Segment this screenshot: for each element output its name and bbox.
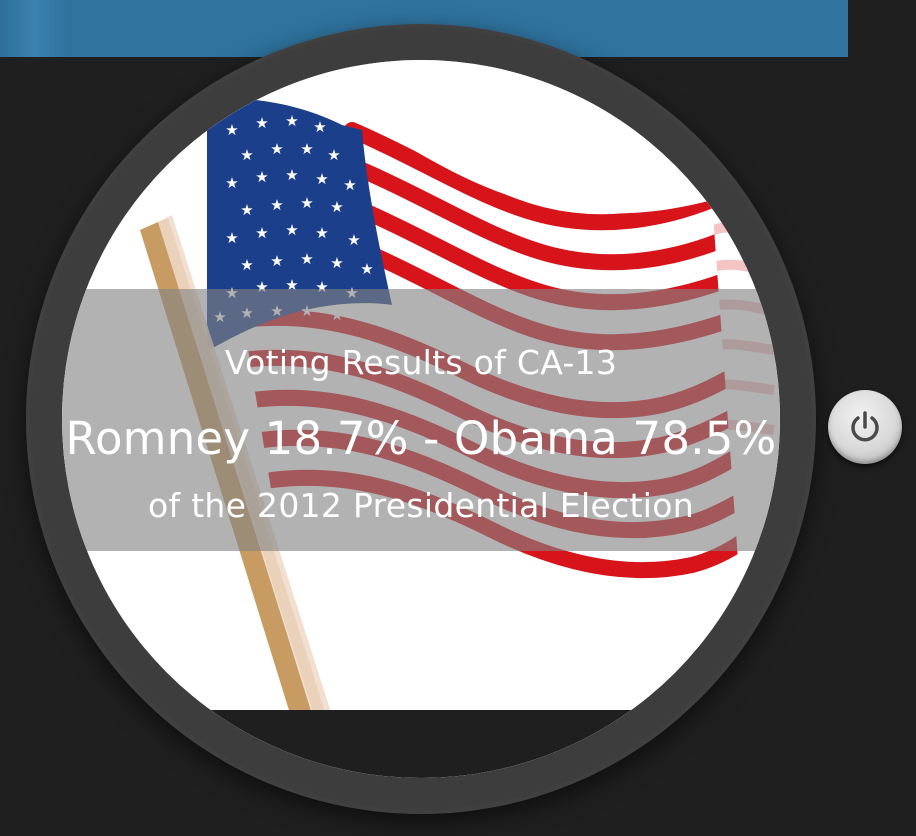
svg-text:★: ★	[225, 174, 238, 192]
power-icon	[851, 411, 879, 442]
svg-text:★: ★	[300, 250, 313, 268]
watch-emulator-screen: ★★★★ ★★★★ ★★★★★ ★★★★ ★★★★★ ★★★★★ ★★★★★ ★…	[0, 0, 916, 836]
svg-text:★: ★	[225, 121, 238, 139]
svg-text:★: ★	[255, 224, 268, 242]
svg-text:★: ★	[225, 229, 238, 247]
svg-text:★: ★	[270, 252, 283, 270]
screen-chin	[62, 710, 780, 778]
results-title: Voting Results of CA-13	[224, 343, 618, 382]
power-button[interactable]	[828, 390, 902, 464]
svg-text:★: ★	[240, 146, 253, 164]
svg-text:★: ★	[327, 146, 340, 164]
svg-text:★: ★	[300, 140, 313, 158]
svg-text:★: ★	[285, 221, 298, 239]
svg-text:★: ★	[285, 166, 298, 184]
svg-text:★: ★	[347, 231, 360, 249]
svg-text:★: ★	[255, 168, 268, 186]
svg-text:★: ★	[330, 198, 343, 216]
svg-text:★: ★	[240, 256, 253, 274]
svg-text:★: ★	[360, 260, 373, 278]
svg-text:★: ★	[315, 224, 328, 242]
results-percentages: Romney 18.7% - Obama 78.5%	[65, 412, 777, 465]
watch-face[interactable]: ★★★★ ★★★★ ★★★★★ ★★★★ ★★★★★ ★★★★★ ★★★★★ ★…	[62, 60, 780, 778]
svg-text:★: ★	[300, 194, 313, 212]
svg-text:★: ★	[330, 254, 343, 272]
svg-text:★: ★	[343, 176, 356, 194]
svg-text:★: ★	[270, 140, 283, 158]
results-subtitle: of the 2012 Presidential Election	[148, 486, 694, 525]
svg-text:★: ★	[313, 118, 326, 136]
svg-text:★: ★	[315, 170, 328, 188]
svg-text:★: ★	[270, 196, 283, 214]
svg-text:★: ★	[240, 201, 253, 219]
svg-text:★: ★	[255, 114, 268, 132]
svg-text:★: ★	[285, 112, 298, 130]
